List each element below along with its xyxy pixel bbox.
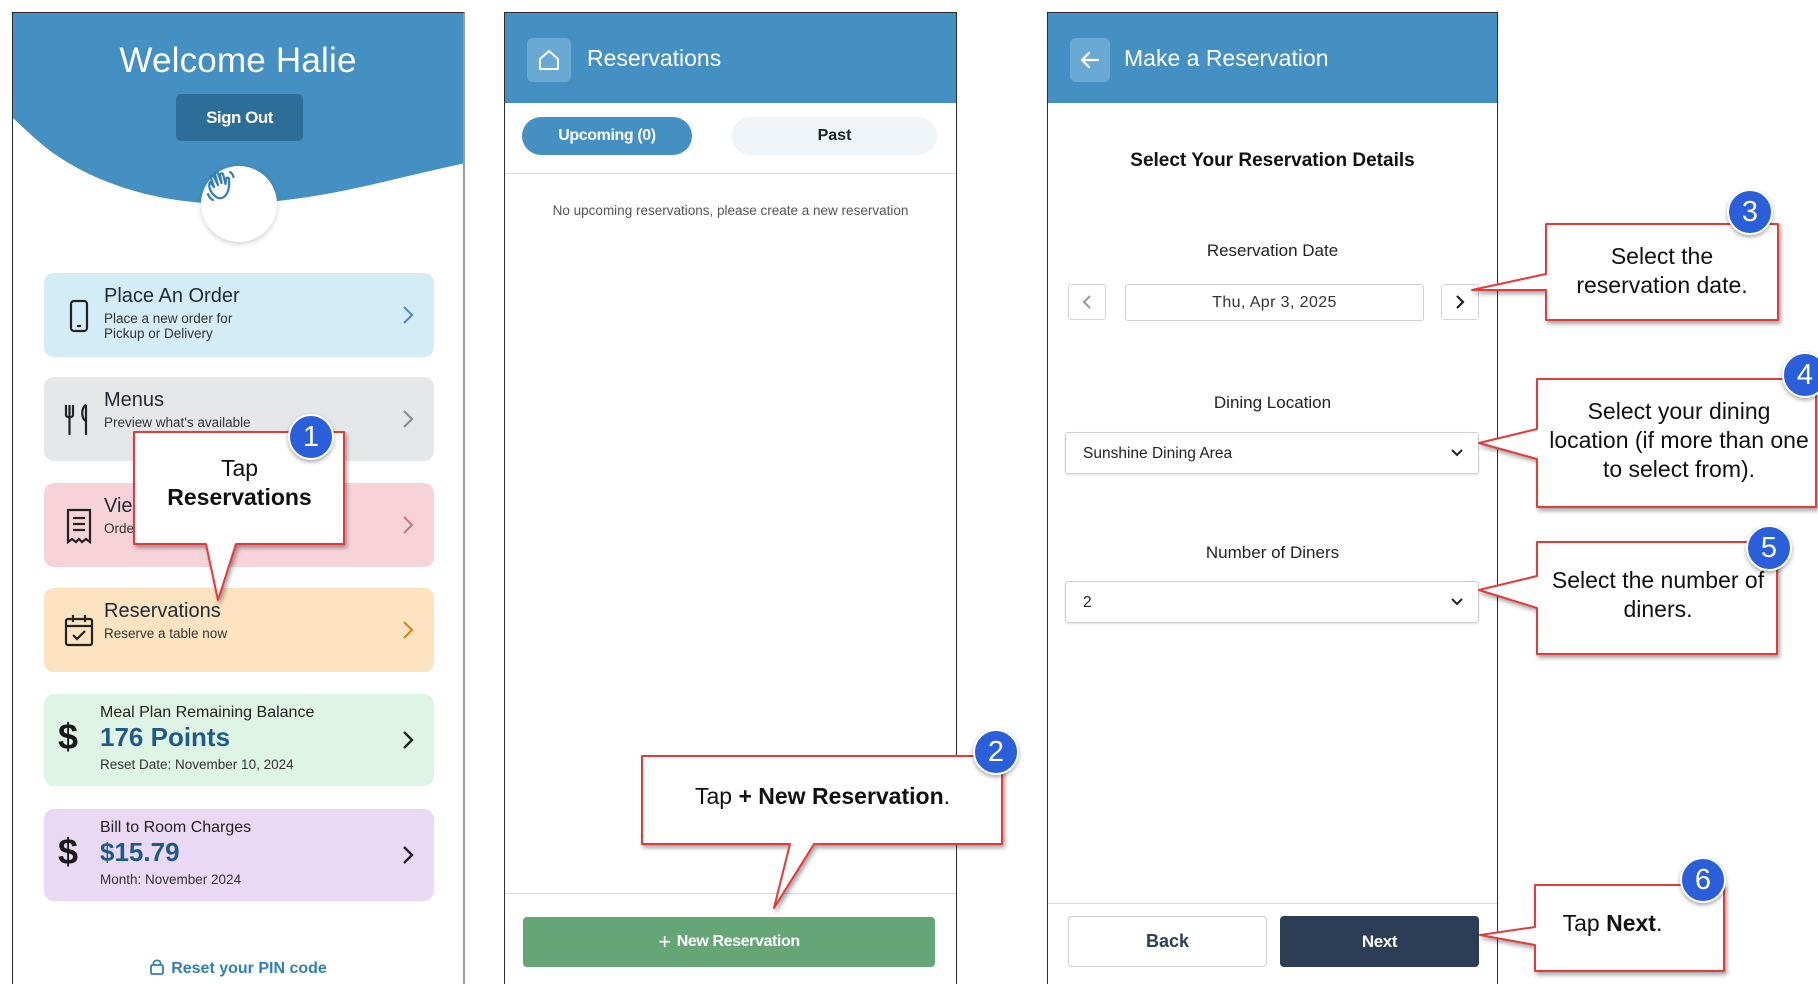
page-title: Reservations [587, 45, 722, 71]
diners-label: Number of Diners [1205, 543, 1340, 562]
utensils-icon [64, 403, 88, 435]
make-reservation-header: Make a Reservation [1048, 13, 1497, 103]
sign-out-button[interactable]: Sign Out [176, 94, 303, 141]
back-arrow-button[interactable] [1070, 38, 1110, 82]
number-of-diners-select[interactable]: 2 [1065, 581, 1479, 623]
receipt-icon [66, 508, 92, 545]
back-button[interactable]: Back [1068, 916, 1267, 967]
card-title: Menus [104, 389, 165, 411]
card-title: Reservations [104, 600, 221, 622]
callout-line-bold: Reservations [167, 484, 312, 510]
place-order-card[interactable]: Place An Order Place a new order for Pic… [44, 273, 434, 357]
callout-3: Select the reservation date. [1470, 222, 1780, 322]
tab-past[interactable]: Past [732, 117, 937, 155]
callout-text: Tap Reservations [132, 454, 347, 512]
chevron-right-icon [403, 410, 414, 428]
tutorial-stage: Welcome Halie Sign Out Place An Order Pl… [0, 0, 1818, 984]
welcome-header: Welcome Halie Sign Out [13, 13, 463, 273]
phone-icon [69, 299, 89, 333]
card-title: Meal Plan Remaining Balance [100, 704, 315, 721]
empty-state-message: No upcoming reservations, please create … [552, 203, 909, 218]
chevron-right-icon [1456, 295, 1465, 309]
section-heading: Select Your Reservation Details [1130, 150, 1415, 171]
meal-plan-balance: 176 Points [100, 722, 231, 752]
callout-text-part: Tap [1562, 910, 1607, 936]
chevron-right-icon [403, 731, 414, 749]
card-title: Bill to Room Charges [100, 819, 252, 836]
reset-pin-label: Reset your PIN code [171, 960, 327, 977]
calendar-check-icon [64, 615, 94, 647]
chevron-right-icon [403, 516, 414, 534]
page-title: Make a Reservation [1124, 45, 1329, 71]
callout-text-bold: + New Reservation [738, 783, 944, 809]
step-badge: 1 [288, 414, 334, 460]
step-badge: 3 [1727, 189, 1773, 235]
location-label: Dining Location [1213, 393, 1332, 412]
arrow-left-icon [1080, 51, 1100, 69]
callout-text-part: . [943, 783, 951, 809]
date-display[interactable]: Thu, Apr 3, 2025 [1125, 284, 1424, 321]
card-title: Place An Order [104, 285, 240, 307]
callout-text: Select your dining location (if more tha… [1549, 398, 1809, 482]
callout-text: Select the number of diners. [1551, 567, 1765, 622]
chevron-right-icon [403, 621, 414, 639]
selected-location: Sunshine Dining Area [1083, 445, 1233, 462]
previous-date-button[interactable] [1068, 284, 1106, 320]
next-button[interactable]: Next [1280, 916, 1479, 967]
step-badge: 5 [1746, 525, 1792, 571]
callout-text: Select the reservation date. [1576, 243, 1748, 298]
tab-upcoming[interactable]: Upcoming (0) [522, 117, 692, 155]
callout-2: Tap + New Reservation. [640, 754, 1005, 910]
callout-text-part: . [1655, 910, 1663, 936]
divider [505, 173, 956, 174]
room-charges-amount: $15.79 [100, 837, 180, 867]
callout-text-bold: Next [1606, 910, 1656, 936]
card-title: Vie [104, 495, 133, 517]
callout-text: Tap Next. [1535, 909, 1690, 938]
chevron-down-icon [1451, 598, 1463, 606]
step-badge: 2 [973, 729, 1019, 775]
dollar-icon: $ [58, 831, 79, 872]
reservations-header: Reservations [505, 13, 956, 103]
waving-hand-icon [201, 166, 277, 242]
home-button[interactable] [527, 38, 571, 82]
step-badge: 6 [1680, 857, 1726, 903]
chevron-right-icon [403, 306, 414, 324]
divider [1048, 903, 1497, 904]
charges-month: Month: November 2024 [100, 872, 242, 887]
callout-text-part: Tap [694, 783, 739, 809]
card-subtitle: Place a new order for Pickup or Delivery [104, 311, 233, 341]
home-icon [539, 50, 559, 70]
card-subtitle: Reserve a table now [104, 626, 228, 641]
chevron-right-icon [403, 846, 414, 864]
callout-5: Select the number of diners. [1477, 540, 1779, 656]
reset-pin-link[interactable]: Reset your PIN code [13, 958, 463, 978]
callout-text: Tap + New Reservation. [640, 782, 1005, 811]
reset-date: Reset Date: November 10, 2024 [100, 757, 294, 772]
chevron-left-icon [1082, 295, 1091, 309]
lock-icon [150, 959, 165, 975]
room-charges-card[interactable]: $ Bill to Room Charges $15.79 Month: Nov… [44, 809, 434, 901]
make-reservation-screen: Make a Reservation Select Your Reservati… [1047, 12, 1498, 984]
welcome-title: Welcome Halie [119, 41, 357, 80]
date-label: Reservation Date [1206, 241, 1339, 260]
dining-location-select[interactable]: Sunshine Dining Area [1065, 432, 1479, 474]
callout-4: Select your dining location (if more tha… [1477, 377, 1818, 509]
selected-diners: 2 [1083, 594, 1092, 611]
plus-icon: + [658, 929, 671, 954]
new-reservation-button[interactable]: + New Reservation [523, 917, 935, 967]
dollar-icon: $ [58, 716, 79, 757]
meal-plan-card[interactable]: $ Meal Plan Remaining Balance 176 Points… [44, 694, 434, 786]
chevron-down-icon [1451, 449, 1463, 457]
new-reservation-label: New Reservation [676, 933, 800, 950]
